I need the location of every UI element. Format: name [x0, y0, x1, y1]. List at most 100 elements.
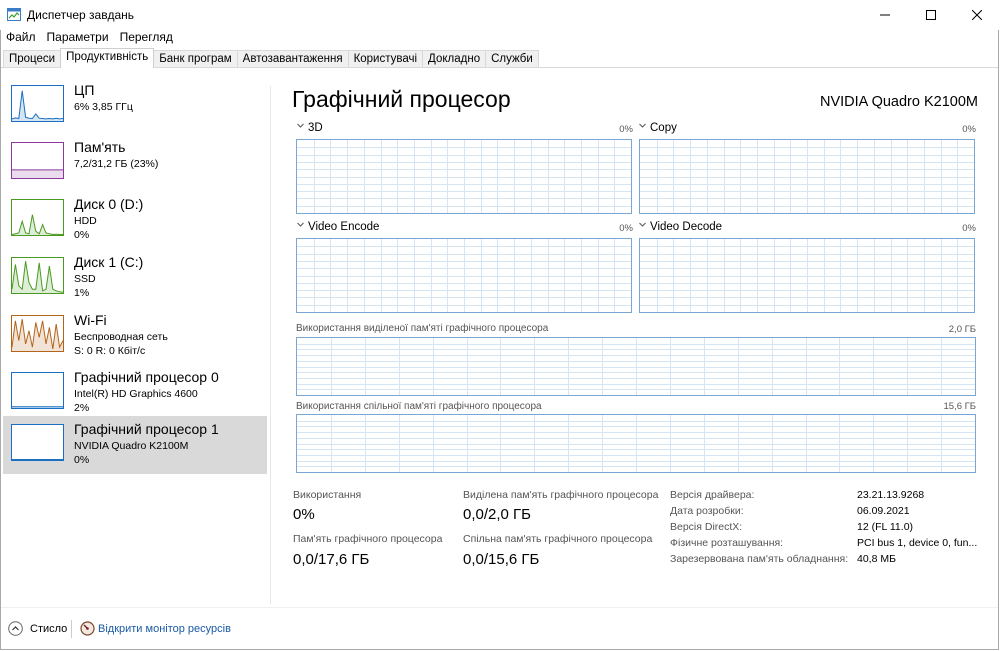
sidebar-item-gpu-0[interactable]: Графічний процесор 0 Intel(R) HD Graphic…: [3, 364, 267, 421]
sidebar-item-detail: 6% 3,85 ГГц: [74, 101, 133, 113]
mini-graph-trace: [12, 261, 63, 293]
sidebar-item-title: Диск 1 (C:): [74, 254, 144, 270]
utilization-label: Використання: [293, 489, 362, 501]
disk-0-mini-graph: [11, 199, 64, 236]
tab-processes[interactable]: Процеси: [3, 50, 62, 68]
resource-monitor-icon: [80, 621, 95, 636]
tab-details[interactable]: Докладно: [422, 50, 487, 68]
sidebar-item-value: 2%: [74, 402, 90, 414]
sidebar-item-title: Wi-Fi: [74, 312, 107, 328]
sidebar-item-title: Пам'ять: [74, 139, 126, 155]
sidebar-item-value: 0%: [74, 229, 90, 241]
mini-graph-trace: [12, 90, 63, 121]
engine-label: Copy: [650, 122, 677, 134]
sidebar-item-disk-0[interactable]: Диск 0 (D:) HDD 0%: [3, 191, 267, 248]
open-resource-monitor-link[interactable]: Відкрити монітор ресурсів: [98, 623, 231, 635]
sidebar-item-gpu-1[interactable]: Графічний процесор 1 NVIDIA Quadro K2100…: [3, 416, 267, 474]
directx-version-label: Версія DirectX:: [670, 521, 743, 533]
driver-date-label: Дата розробки:: [670, 505, 744, 517]
chart-grid: [297, 338, 975, 395]
engine-3d-selector[interactable]: 3D: [297, 122, 323, 134]
sidebar-item-title: Диск 0 (D:): [74, 196, 144, 212]
sidebar-item-wifi[interactable]: Wi-Fi Беспроводная сеть S: 0 R: 0 Кбіт/с: [3, 307, 267, 364]
chart-grid: [640, 239, 974, 312]
reserved-memory-value: 40,8 МБ: [857, 553, 896, 565]
reserved-memory-label: Зарезервована пам'ять обладнання:: [670, 553, 849, 565]
wifi-mini-graph: [11, 315, 64, 352]
sidebar-item-detail: Intel(R) HD Graphics 4600: [74, 388, 198, 400]
physical-location-label: Фізичне розташування:: [670, 537, 784, 549]
close-icon: [972, 10, 982, 20]
shared-memory-chart-label: Використання спільної пам'яті графічного…: [296, 401, 542, 412]
sidebar-item-value: 0%: [74, 454, 90, 466]
driver-date-value: 06.09.2021: [857, 505, 910, 517]
window-title: Диспетчер завдань: [27, 8, 135, 22]
menu-file[interactable]: Файл: [0, 29, 41, 47]
sidebar-item-value: 1%: [74, 287, 90, 299]
gpu-0-mini-graph: [11, 372, 64, 409]
sidebar-item-disk-1[interactable]: Диск 1 (C:) SSD 1%: [3, 249, 267, 306]
shared-memory-value: 0,0/15,6 ГБ: [463, 551, 540, 568]
mini-graph-area: [12, 169, 63, 178]
chevron-down-icon: [297, 123, 304, 128]
dedicated-memory-graph: [296, 337, 976, 396]
engine-video-decode-graph: [639, 238, 975, 313]
utilization-value: 0%: [293, 506, 315, 523]
tab-app-history[interactable]: Банк програм: [153, 50, 238, 68]
mini-graph-trace: [12, 169, 63, 178]
sidebar-item-detail: NVIDIA Quadro K2100M: [74, 440, 189, 452]
sidebar-item-title: ЦП: [74, 82, 95, 98]
dedicated-memory-label: Виділена пам'ять графічного процесора: [463, 489, 659, 501]
sidebar-divider: [270, 86, 271, 604]
menu-bar: Файл Параметри Перегляд: [0, 29, 178, 47]
engine-video-decode-selector[interactable]: Video Decode: [639, 221, 722, 233]
maximize-button[interactable]: [908, 0, 954, 30]
mini-graph-line: [12, 214, 63, 235]
sidebar-item-detail: 7,2/31,2 ГБ (23%): [74, 158, 159, 170]
gpu-model-name: NVIDIA Quadro K2100M: [820, 94, 978, 110]
engine-value: 0%: [962, 124, 976, 135]
sidebar-item-detail: Беспроводная сеть: [74, 331, 168, 343]
tab-startup[interactable]: Автозавантаження: [236, 50, 349, 68]
dedicated-memory-chart-label: Використання виділеної пам'яті графічног…: [296, 323, 549, 334]
task-manager-app-icon: [7, 8, 21, 21]
tab-services[interactable]: Служби: [485, 50, 539, 68]
dedicated-memory-chart-max: 2,0 ГБ: [948, 324, 976, 335]
mini-graph-trace: [12, 319, 63, 351]
driver-version-label: Версія драйвера:: [670, 489, 755, 501]
minimize-button[interactable]: [862, 0, 908, 30]
engine-label: 3D: [308, 122, 323, 134]
dedicated-memory-value: 0,0/2,0 ГБ: [463, 506, 532, 523]
gpu-1-mini-graph: [11, 424, 64, 461]
engine-label: Video Encode: [308, 221, 380, 233]
sidebar-item-cpu[interactable]: ЦП 6% 3,85 ГГц: [3, 77, 267, 134]
engine-copy-selector[interactable]: Copy: [639, 122, 677, 134]
gpu-memory-label: Пам'ять графічного процесора: [293, 533, 443, 545]
tab-strip: Процеси Продуктивність Банк програм Авто…: [3, 48, 539, 69]
page-title: Графічний процесор: [292, 86, 511, 112]
engine-value: 0%: [962, 223, 976, 234]
close-button[interactable]: [954, 0, 1000, 30]
mini-graph-line: [12, 90, 63, 120]
menu-view[interactable]: Перегляд: [114, 29, 178, 47]
tab-users[interactable]: Користувачі: [347, 50, 424, 68]
menu-options[interactable]: Параметри: [41, 29, 114, 47]
shared-memory-graph: [296, 414, 976, 473]
chevron-up-circle-icon[interactable]: [8, 621, 23, 636]
tab-performance[interactable]: Продуктивність: [60, 48, 155, 68]
footer-separator: [71, 620, 72, 638]
sidebar-item-detail: SSD: [74, 273, 96, 285]
engine-video-encode-graph: [296, 238, 632, 313]
sidebar-item-title: Графічний процесор 0: [74, 369, 219, 385]
engine-video-encode-selector[interactable]: Video Encode: [297, 221, 379, 233]
sidebar-item-title: Графічний процесор 1: [74, 421, 219, 437]
mini-graph-trace: [12, 214, 63, 235]
fewer-details-button[interactable]: Стисло: [30, 623, 67, 635]
disk-1-mini-graph: [11, 257, 64, 294]
title-bar[interactable]: Диспетчер завдань: [0, 0, 1000, 30]
sidebar-item-memory[interactable]: Пам'ять 7,2/31,2 ГБ (23%): [3, 134, 267, 191]
gpu-memory-value: 0,0/17,6 ГБ: [293, 551, 370, 568]
shared-memory-chart-max: 15,6 ГБ: [943, 401, 976, 412]
chart-grid: [297, 415, 975, 472]
mini-graph-trace: [12, 459, 63, 460]
